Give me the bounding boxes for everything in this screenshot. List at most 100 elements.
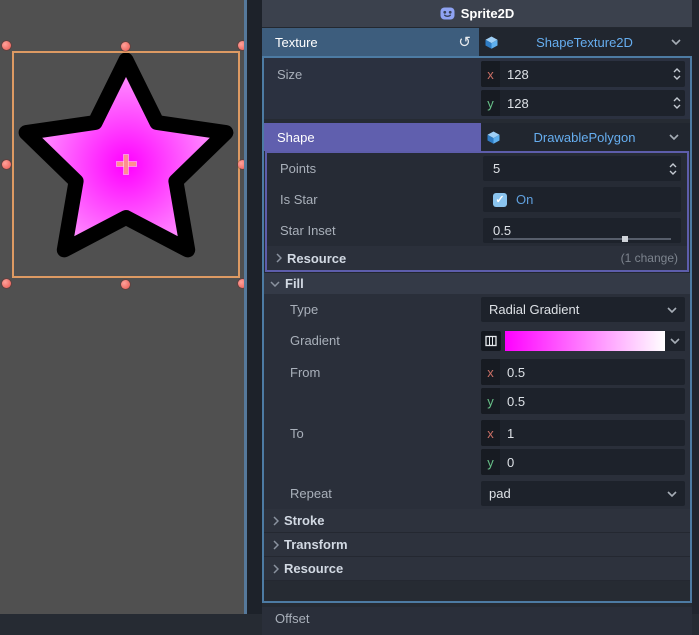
inspector-scrollbar-track[interactable] [692,0,699,614]
star-inset-field[interactable]: 0.5 [483,218,681,243]
from-y-field[interactable]: y 0.5 [481,388,685,414]
property-row-is-star: Is Star ✓ On [267,184,687,215]
section-resource[interactable]: Resource [264,557,690,581]
fill-repeat-value: pad [489,486,511,501]
to-y-field[interactable]: y 0 [481,449,685,475]
fill-type-dropdown[interactable]: Radial Gradient [481,297,685,322]
axis-y-badge: y [481,90,500,116]
chevron-right-icon [273,515,279,526]
inspector-panel: Sprite2D Texture ↺ ShapeTexture2D Size x… [247,0,699,635]
chevron-down-icon [667,306,677,313]
selection-handle-bottom-mid[interactable] [121,280,130,289]
page-title: Sprite2D [460,6,515,21]
star-inset-label: Star Inset [280,223,336,238]
size-x-field[interactable]: x 128 [481,61,685,87]
sprite2d-robot-icon [440,7,455,20]
fill-type-label: Type [290,302,319,317]
updown-spinner-icon[interactable] [669,67,685,81]
shape-value-cell: DrawablePolygon [481,123,690,151]
axis-x-badge: x [481,420,500,446]
property-row-fill-to: To x 1 y 0 [264,417,690,478]
chevron-right-icon [273,563,279,574]
chevron-down-icon [667,490,677,497]
size-label: Size [277,67,303,82]
shape-label-cell[interactable]: Shape [264,123,481,151]
fill-section-header[interactable]: Fill [264,272,690,294]
axis-x-badge: x [481,359,500,385]
to-x-value[interactable]: 1 [507,426,685,441]
updown-spinner-icon[interactable] [669,96,685,110]
selection-handle-top-mid[interactable] [121,42,130,51]
shape-resource-picker[interactable]: DrawablePolygon [481,123,685,151]
axis-y-badge: y [481,388,500,414]
property-row-points: Points 5 [267,153,687,184]
is-star-value: On [516,192,534,207]
section-transform[interactable]: Transform [264,533,690,557]
axis-y-badge: y [481,449,500,475]
gradient-expand-button[interactable] [665,330,685,351]
shape-subinspector: Points 5 Is Star ✓ On Star Inset 0.5 Res… [265,151,689,272]
property-row-size: Size x 128 y 128 [264,58,690,119]
property-row-fill-repeat: Repeat pad [264,478,690,509]
selection-handle-top-left[interactable] [2,41,11,50]
is-star-label: Is Star [280,192,318,207]
section-label: Transform [284,537,348,552]
from-y-value[interactable]: 0.5 [507,394,685,409]
from-x-field[interactable]: x 0.5 [481,359,685,385]
axis-x-badge: x [481,61,500,87]
points-field[interactable]: 5 [483,156,681,181]
change-count-badge: (1 change) [620,251,678,265]
property-row-fill-type: Type Radial Gradient [264,294,690,325]
is-star-field[interactable]: ✓ On [483,187,681,212]
pivot-crosshair-icon [124,155,128,174]
to-x-field[interactable]: x 1 [481,420,685,446]
selection-handle-left-mid[interactable] [2,160,11,169]
resource-section-label: Resource [287,250,347,266]
fill-to-label: To [290,426,304,441]
fill-repeat-dropdown[interactable]: pad [481,481,685,506]
property-row-offset: Offset [262,607,692,635]
revert-icon[interactable]: ↺ [458,28,471,56]
texture-label: Texture [275,34,318,50]
fill-type-value: Radial Gradient [489,302,580,317]
texture-value-cell: ShapeTexture2D [479,28,692,56]
star-inset-value[interactable]: 0.5 [493,223,681,238]
section-label: Resource [284,561,344,576]
texture-subinspector: Size x 128 y 128 Shape DrawablePolygon P… [262,56,692,603]
size-y-value[interactable]: 128 [507,96,669,111]
shape-label: Shape [277,129,315,145]
gradient-edit-icon[interactable] [481,330,501,351]
selection-handle-bottom-left[interactable] [2,279,11,288]
property-row-star-inset: Star Inset 0.5 [267,215,687,246]
size-y-field[interactable]: y 128 [481,90,685,116]
slider-grabber[interactable] [621,236,628,242]
section-label: Stroke [284,513,325,528]
from-x-value[interactable]: 0.5 [507,365,685,380]
gradient-preview-swatch[interactable] [505,330,665,351]
property-row-fill-gradient: Gradient [264,325,690,356]
inspector-header: Sprite2D [262,0,692,28]
fill-repeat-label: Repeat [290,486,332,501]
fill-from-label: From [290,365,321,380]
to-y-value[interactable]: 0 [507,455,685,470]
cube-icon [485,36,498,49]
chevron-down-icon[interactable] [671,39,681,45]
texture-label-cell[interactable]: Texture ↺ [262,28,479,56]
chevron-down-icon [670,337,680,344]
chevron-down-icon[interactable] [669,134,679,140]
fill-gradient-label: Gradient [290,333,340,348]
points-value[interactable]: 5 [493,161,665,176]
property-row-texture: Texture ↺ ShapeTexture2D [262,28,692,56]
texture-resource-picker[interactable]: ShapeTexture2D [479,28,687,56]
size-x-value[interactable]: 128 [507,67,669,82]
property-row-fill-from: From x 0.5 y 0.5 [264,356,690,417]
texture-resource-name: ShapeTexture2D [536,34,633,50]
section-stroke[interactable]: Stroke [264,509,690,533]
chevron-right-icon [273,539,279,550]
chevron-right-icon [276,253,282,263]
star-inset-slider[interactable] [493,236,671,242]
updown-spinner-icon[interactable] [665,162,681,176]
offset-label: Offset [275,611,310,626]
shape-resource-section[interactable]: Resource (1 change) [267,246,687,270]
checkbox-checked-icon[interactable]: ✓ [493,192,507,207]
